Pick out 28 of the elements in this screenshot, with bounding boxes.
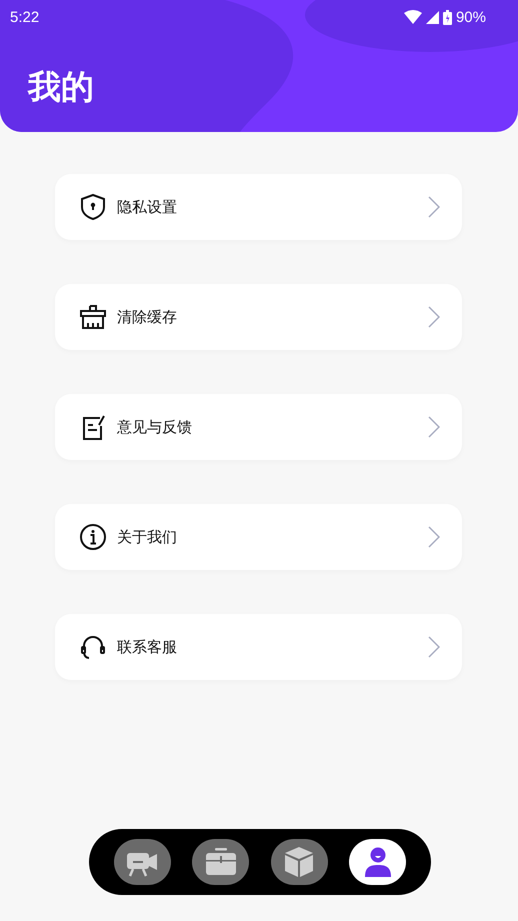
headset-icon (79, 633, 107, 661)
menu-item[interactable]: 隐私设置 (55, 174, 462, 240)
nav-tab[interactable] (270, 839, 328, 885)
menu-item[interactable]: 意见与反馈 (55, 394, 462, 460)
menu-label: 联系客服 (117, 638, 178, 656)
basket-icon (79, 303, 107, 331)
chevron-right-icon (428, 526, 440, 548)
page-title: 我的 (28, 67, 94, 107)
battery-percent: 90% (456, 8, 486, 26)
status-time: 5:22 (10, 8, 40, 26)
menu-item[interactable]: 关于我们 (55, 504, 462, 570)
menu-label: 意见与反馈 (117, 418, 193, 436)
nav-tab[interactable] (114, 839, 171, 885)
menu-item[interactable]: 联系客服 (55, 614, 462, 680)
wifi-icon (404, 10, 422, 24)
chevron-right-icon (428, 306, 440, 328)
chevron-right-icon (428, 416, 440, 438)
nav-tab[interactable] (192, 839, 250, 885)
signal-icon (426, 10, 439, 24)
chevron-right-icon (428, 196, 440, 218)
menu-item[interactable]: 清除缓存 (55, 284, 462, 350)
shield-lock-icon (79, 193, 107, 221)
info-icon (79, 523, 107, 551)
menu-label: 隐私设置 (117, 198, 178, 216)
chevron-right-icon (428, 636, 440, 658)
nav-tab[interactable] (349, 839, 406, 885)
menu-label: 关于我们 (117, 528, 178, 546)
menu-label: 清除缓存 (117, 308, 178, 326)
